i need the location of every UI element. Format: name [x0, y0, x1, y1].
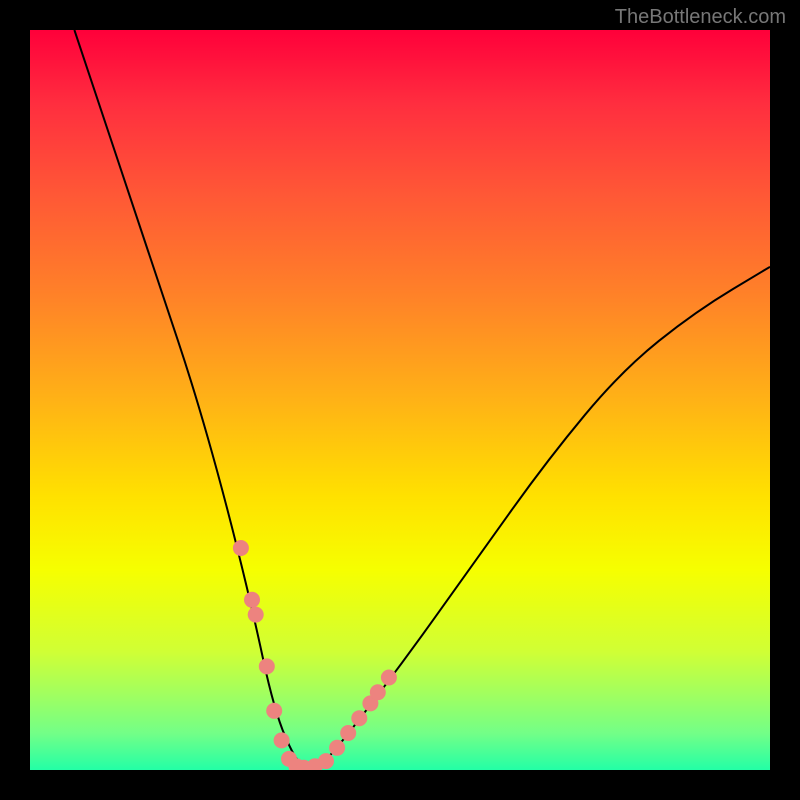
curve-marker — [266, 703, 282, 719]
curve-marker — [233, 540, 249, 556]
curve-marker — [381, 670, 397, 686]
curve-marker — [351, 710, 367, 726]
bottleneck-curve — [74, 30, 770, 768]
plot-area — [30, 30, 770, 770]
watermark-text: TheBottleneck.com — [615, 6, 786, 29]
curve-marker — [329, 740, 345, 756]
curve-marker — [248, 607, 264, 623]
curve-marker — [370, 684, 386, 700]
chart-container: TheBottleneck.com — [0, 0, 800, 800]
curve-marker — [244, 592, 260, 608]
curve-marker — [318, 753, 334, 769]
curve-layer — [30, 30, 770, 770]
curve-marker — [259, 658, 275, 674]
curve-marker — [340, 725, 356, 741]
curve-marker — [274, 732, 290, 748]
